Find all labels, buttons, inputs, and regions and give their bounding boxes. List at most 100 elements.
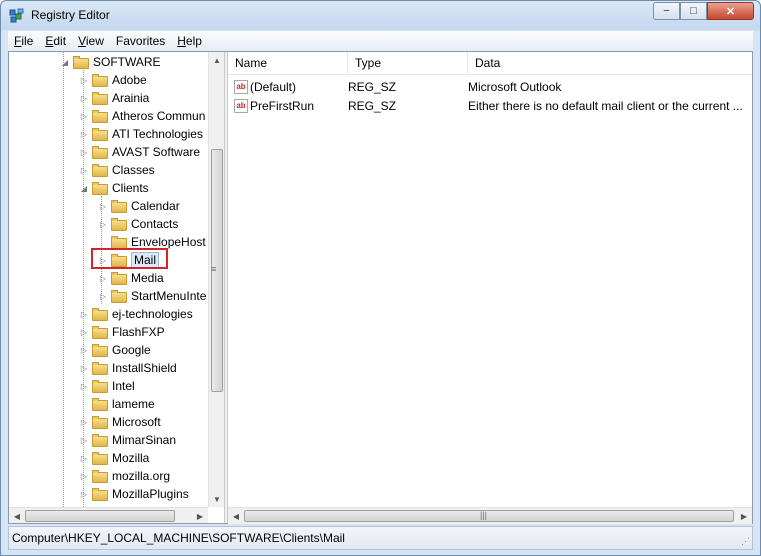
tree-item-label: EnvelopeHost xyxy=(131,235,206,249)
folder-icon xyxy=(92,415,108,429)
tree-guide-line xyxy=(63,52,64,507)
close-button[interactable]: ✕ xyxy=(707,2,754,20)
scroll-left-arrow[interactable]: ◀ xyxy=(9,508,25,523)
tree-item[interactable]: ▷ StartMenuInte xyxy=(98,287,206,305)
menu-favorites-rest: avorites xyxy=(123,34,166,48)
value-row[interactable]: ab PreFirstRun REG_SZ Either there is no… xyxy=(228,96,752,115)
folder-icon xyxy=(92,379,108,393)
minimize-button[interactable]: − xyxy=(653,2,680,20)
menu-favorites[interactable]: Favorites xyxy=(110,34,171,48)
collapse-arrow-icon[interactable]: ◢ xyxy=(79,184,89,193)
folder-icon xyxy=(92,343,108,357)
tree-item[interactable]: ▷ ej-technologies xyxy=(79,305,193,323)
tree-item[interactable]: ▷ Calendar xyxy=(98,197,180,215)
folder-icon xyxy=(111,199,127,213)
tree-item[interactable]: ▷ Microsoft xyxy=(79,413,161,431)
menu-help-key: H xyxy=(177,34,186,48)
folder-icon xyxy=(111,217,127,231)
tree-item-label: Calendar xyxy=(131,199,180,213)
menu-edit[interactable]: Edit xyxy=(39,34,72,48)
scroll-up-arrow[interactable]: ▲ xyxy=(209,52,224,68)
tree-item-label: Classes xyxy=(112,163,155,177)
scroll-right-arrow[interactable]: ▶ xyxy=(192,508,208,523)
scroll-grip-icon: ≡ xyxy=(211,264,217,274)
tree-item[interactable]: ▷ MozillaPlugins xyxy=(79,485,189,503)
tree-item[interactable]: ▷ Intel xyxy=(79,377,135,395)
menu-file[interactable]: File xyxy=(8,34,39,48)
scroll-down-arrow[interactable]: ▼ xyxy=(209,491,224,507)
expand-arrow-icon[interactable]: ▷ xyxy=(79,418,89,427)
menu-view[interactable]: View xyxy=(72,34,110,48)
tree-item[interactable]: ▷ Adobe xyxy=(79,71,147,89)
folder-icon xyxy=(92,325,108,339)
list-hscroll-thumb[interactable] xyxy=(244,510,734,522)
maximize-button[interactable]: □ xyxy=(680,2,707,20)
expand-arrow-icon[interactable]: ▷ xyxy=(79,436,89,445)
expand-arrow-icon[interactable]: ▷ xyxy=(79,112,89,121)
scroll-left-arrow[interactable]: ◀ xyxy=(228,508,244,524)
expand-arrow-icon[interactable]: ▷ xyxy=(98,202,108,211)
registry-editor-icon xyxy=(9,8,24,23)
tree-item[interactable]: ▷ Mozilla xyxy=(79,449,149,467)
folder-icon xyxy=(92,127,108,141)
column-header-type[interactable]: Type xyxy=(348,52,468,74)
tree-item[interactable]: ◢ Clients xyxy=(79,179,149,197)
column-header-data[interactable]: Data xyxy=(468,52,752,74)
menu-bar: File Edit View Favorites Help xyxy=(8,31,753,51)
expand-arrow-icon[interactable]: ▷ xyxy=(79,76,89,85)
list-header: Name Type Data xyxy=(228,52,752,75)
expand-arrow-icon[interactable]: ▷ xyxy=(79,472,89,481)
tree-item[interactable]: ▷ mozilla.org xyxy=(79,467,170,485)
tree-item[interactable]: ▷ Contacts xyxy=(98,215,178,233)
value-row[interactable]: ab (Default) REG_SZ Microsoft Outlook xyxy=(228,77,752,96)
tree-item-label: Adobe xyxy=(112,73,147,87)
expand-arrow-icon[interactable]: ▷ xyxy=(79,382,89,391)
value-name: (Default) xyxy=(250,79,297,94)
tree-item[interactable]: ▷ InstallShield xyxy=(79,359,177,377)
tree-item[interactable]: ▷ AVAST Software xyxy=(79,143,200,161)
collapse-arrow-icon[interactable]: ◢ xyxy=(60,58,70,67)
tree-horizontal-scrollbar[interactable]: ◀ ▶ xyxy=(9,507,208,523)
tree-item[interactable]: ▷ ATI Technologies xyxy=(79,125,203,143)
expand-arrow-icon[interactable]: ▷ xyxy=(79,166,89,175)
tree-item-label: Mozilla xyxy=(112,451,150,465)
resize-grip-icon[interactable]: ⋰ xyxy=(741,536,750,547)
folder-icon xyxy=(92,433,108,447)
menu-help[interactable]: Help xyxy=(171,34,208,48)
hscroll-grip-icon: ||| xyxy=(480,510,488,520)
expand-arrow-icon[interactable]: ▷ xyxy=(98,220,108,229)
tree-vertical-scrollbar[interactable]: ▲ ≡ ▼ xyxy=(208,52,224,507)
tree-item[interactable]: lameme xyxy=(79,395,155,413)
tree-item[interactable]: ▷ FlashFXP xyxy=(79,323,165,341)
menu-edit-rest: dit xyxy=(53,34,67,48)
tree-item-label: Microsoft xyxy=(112,415,161,429)
scroll-right-arrow[interactable]: ▶ xyxy=(736,508,752,524)
tree-item[interactable]: ◢ SOFTWARE xyxy=(60,53,161,71)
expand-arrow-icon[interactable]: ▷ xyxy=(79,130,89,139)
tree-hscroll-thumb[interactable] xyxy=(25,510,175,522)
tree-item[interactable]: ▷ MimarSinan xyxy=(79,431,176,449)
tree-item-label: Media xyxy=(131,271,164,285)
expand-arrow-icon[interactable]: ▷ xyxy=(98,292,108,301)
list-horizontal-scrollbar[interactable]: ◀ ||| ▶ xyxy=(228,507,752,524)
folder-icon xyxy=(111,235,127,249)
expand-arrow-icon[interactable]: ▷ xyxy=(79,310,89,319)
column-header-name[interactable]: Name xyxy=(228,52,348,74)
expand-arrow-icon[interactable]: ▷ xyxy=(79,148,89,157)
expand-arrow-icon[interactable]: ▷ xyxy=(79,490,89,499)
expand-arrow-icon[interactable]: ▷ xyxy=(79,454,89,463)
expand-arrow-icon[interactable]: ▷ xyxy=(79,328,89,337)
tree-item[interactable]: ▷ Classes xyxy=(79,161,155,179)
menu-file-rest: ile xyxy=(21,34,34,48)
expand-arrow-icon[interactable]: ▷ xyxy=(98,274,108,283)
title-bar[interactable]: Registry Editor − □ ✕ xyxy=(1,1,760,31)
tree-item[interactable]: ▷ Atheros Commun xyxy=(79,107,205,125)
tree-item[interactable]: ▷ Media xyxy=(98,269,164,287)
expand-arrow-icon[interactable]: ▷ xyxy=(79,346,89,355)
tree-item[interactable]: ▷ Arainia xyxy=(79,89,149,107)
expand-arrow-icon[interactable]: ▷ xyxy=(79,364,89,373)
tree-item[interactable]: ▷ Google xyxy=(79,341,151,359)
expand-arrow-icon[interactable]: ▷ xyxy=(79,94,89,103)
status-path: Computer\HKEY_LOCAL_MACHINE\SOFTWARE\Cli… xyxy=(12,531,345,545)
tree-item-label: ATI Technologies xyxy=(112,127,203,141)
